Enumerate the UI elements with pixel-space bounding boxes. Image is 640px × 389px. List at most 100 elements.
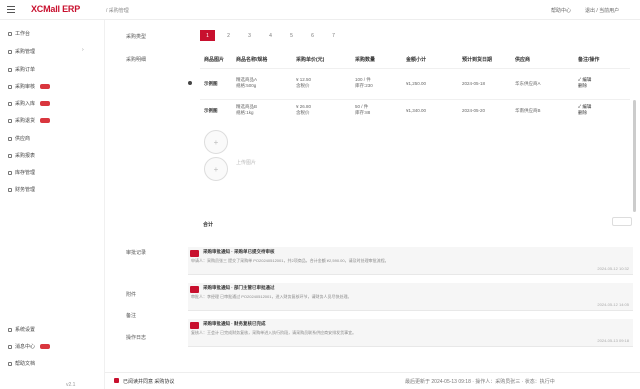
table-row[interactable]: 示例图 精选商品A 规格:500g ¥ 12.50 含税价 100 / 件 库存…: [188, 75, 628, 97]
row-date: 2024-05-18: [462, 81, 486, 86]
doc-icon: [8, 361, 12, 366]
field-label-type: 采购类型: [126, 34, 147, 40]
page-button[interactable]: 1: [200, 30, 215, 41]
row-supplier: 华东供应商A: [515, 81, 541, 86]
field-label-attach: 附件: [126, 292, 137, 298]
field-label-items: 采购明细: [126, 57, 147, 63]
sidebar-item[interactable]: 采购管理: [8, 47, 35, 56]
message-card[interactable]: 采购审批通知 · 财务复核已完成 复核人：王会计 已完成财务复核，采购单进入执行…: [188, 319, 633, 347]
status-badge: [40, 84, 51, 89]
column-header: 供应商: [515, 57, 531, 63]
sidebar-item[interactable]: 系统设置: [8, 325, 35, 334]
row-name: 精选商品B 规格:1kg: [236, 104, 258, 115]
sidebar-item[interactable]: 采购入库: [8, 99, 51, 108]
message-title: 采购审批通知 · 采购单已提交待审核: [203, 249, 275, 254]
table-row[interactable]: 示例图 精选商品B 规格:1kg ¥ 26.80 含税价 50 / 件 库存:8…: [188, 102, 628, 124]
sidebar-item-label: 财务管理: [15, 187, 36, 193]
menu-icon[interactable]: [7, 6, 15, 13]
row-qty: 50 / 件 库存:88: [355, 104, 371, 115]
chevron-icon: ›: [82, 47, 84, 53]
sidebar-item[interactable]: 采购报表: [8, 151, 35, 160]
sidebar: 工作台 采购管理 › 采购订单 采购审核 采购入库 采购退货 供应商 采购报表 …: [0, 20, 105, 389]
row-image: 示例图: [204, 108, 218, 113]
agree-checkbox[interactable]: [114, 378, 119, 383]
scrollbar[interactable]: [633, 100, 636, 212]
message-body: 申请人：采购员张三 提交了采购单 PO20240512001，共2项商品，合计金…: [191, 258, 389, 263]
user-menu[interactable]: 退出 / 当前用户: [585, 7, 619, 14]
sidebar-item-label: 采购管理: [15, 49, 36, 55]
message-body: 复核人：王会计 已完成财务复核，采购单进入执行阶段，请采购员联系供应商安排发货事…: [191, 330, 357, 335]
message-icon: [190, 250, 199, 257]
sidebar-item[interactable]: 采购订单: [8, 65, 35, 74]
sidebar-item-label: 采购报表: [15, 153, 36, 159]
message-card[interactable]: 采购审批通知 · 部门主管已审批通过 审批人：李经理 已审批通过 PO20240…: [188, 283, 633, 311]
column-header: 商品名称/规格: [236, 57, 268, 63]
pagination: 1 2 3 4 5 6 7: [200, 30, 341, 41]
supplier-icon: [8, 136, 12, 141]
message-card[interactable]: 采购审批通知 · 采购单已提交待审核 申请人：采购员张三 提交了采购单 PO20…: [188, 247, 633, 275]
page-button[interactable]: 3: [242, 30, 257, 41]
camera-icon: +: [213, 164, 219, 174]
page-button[interactable]: 7: [326, 30, 341, 41]
column-header: 备注/操作: [578, 57, 600, 63]
inbox-icon: [8, 101, 12, 106]
sidebar-item[interactable]: 帮助文档: [8, 359, 35, 368]
sidebar-item-label: 采购入库: [15, 101, 36, 107]
column-header: 预计到货日期: [462, 57, 493, 63]
divider: [200, 99, 630, 100]
row-price: ¥ 12.50 含税价: [296, 77, 312, 88]
list-icon: [8, 67, 12, 72]
logo[interactable]: XCMall ERP: [31, 4, 80, 14]
row-qty: 100 / 件 库存:230: [355, 77, 373, 88]
breadcrumb: / 采购管理: [106, 8, 129, 14]
wallet-icon: [8, 187, 12, 192]
field-label-oplog: 操作日志: [126, 335, 147, 341]
row-actions[interactable]: ✓ 编辑 删除: [578, 77, 591, 89]
sidebar-item[interactable]: 库存管理: [8, 168, 35, 177]
upload-button[interactable]: +: [204, 157, 228, 181]
help-link[interactable]: 帮助中心: [551, 7, 571, 14]
home-icon: [8, 31, 12, 36]
sidebar-item[interactable]: 消息中心: [8, 342, 51, 351]
message-icon: [190, 322, 199, 329]
status-badge: [40, 118, 51, 123]
message-body: 审批人：李经理 已审批通过 PO20240512001，进入财务复核环节，请财务…: [191, 294, 352, 299]
message-time: 2024-05-12 10:32: [597, 266, 629, 271]
sidebar-item-label: 采购退货: [15, 118, 36, 124]
page-button[interactable]: 6: [305, 30, 320, 41]
cart-icon: [8, 49, 12, 54]
column-header: 商品图片: [204, 57, 225, 63]
sidebar-item[interactable]: 工作台: [8, 29, 30, 38]
page-button[interactable]: 4: [263, 30, 278, 41]
page-button[interactable]: 2: [221, 30, 236, 41]
sidebar-item-label: 系统设置: [15, 327, 36, 333]
status-badge: [40, 101, 51, 106]
row-actions[interactable]: ✓ 编辑 删除: [578, 104, 591, 116]
sidebar-item[interactable]: 采购退货: [8, 116, 51, 125]
sidebar-item[interactable]: 采购审核: [8, 82, 51, 91]
sidebar-item-label: 采购订单: [15, 67, 36, 73]
footer-status: 最后更新于 2024-05-13 09:18 · 操作人：采购员张三 · 状态：…: [405, 379, 555, 385]
sidebar-item[interactable]: 财务管理: [8, 185, 35, 194]
agree-label[interactable]: 已阅读并同意 采购协议: [123, 378, 174, 385]
column-header: 采购单价(元): [296, 57, 325, 63]
row-supplier: 华南供应商B: [515, 108, 541, 113]
sidebar-item[interactable]: 供应商: [8, 134, 30, 143]
sidebar-item-label: 采购审核: [15, 84, 36, 90]
gear-icon: [8, 327, 12, 332]
footer: 已阅读并同意 采购协议 最后更新于 2024-05-13 09:18 · 操作人…: [105, 372, 640, 389]
row-radio[interactable]: [188, 81, 192, 85]
return-icon: [8, 118, 12, 123]
collapse-button[interactable]: [612, 217, 632, 226]
sidebar-item-label: 帮助文档: [15, 361, 36, 367]
row-subtotal: ¥1,340.00: [406, 108, 427, 113]
sidebar-item-label: 工作台: [15, 31, 31, 37]
message-title: 采购审批通知 · 财务复核已完成: [203, 321, 266, 326]
page-button[interactable]: 5: [284, 30, 299, 41]
chart-icon: [8, 153, 12, 158]
bell-icon: [8, 344, 12, 349]
message-time: 2024-05-13 09:18: [597, 338, 629, 343]
divider: [200, 68, 630, 69]
upload-button[interactable]: +: [204, 130, 228, 154]
topbar: XCMall ERP / 采购管理 帮助中心 退出 / 当前用户: [0, 0, 640, 20]
